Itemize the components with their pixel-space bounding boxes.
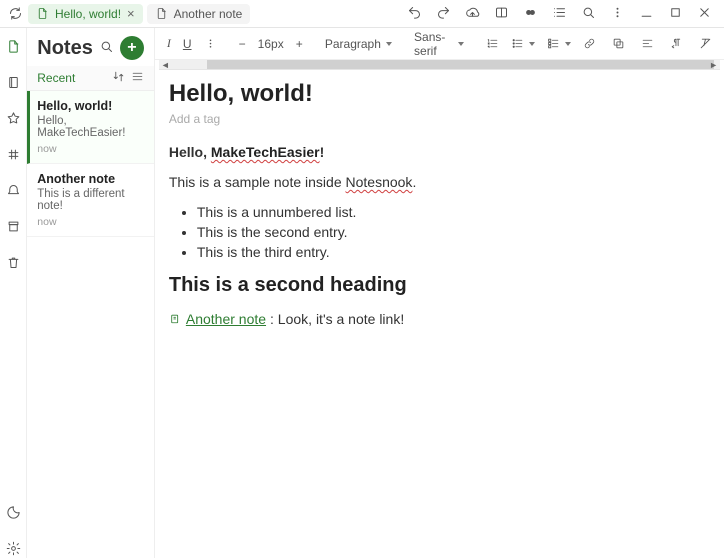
- paragraph[interactable]: Another note : Look, it's a note link!: [169, 311, 710, 327]
- sort-icon[interactable]: [112, 70, 125, 86]
- recent-label: Recent: [37, 71, 112, 85]
- font-family-select[interactable]: Sans-serif: [410, 28, 468, 60]
- kebab-icon[interactable]: [610, 5, 625, 23]
- rail-notes-icon[interactable]: [3, 36, 23, 56]
- view-icon[interactable]: [131, 70, 144, 86]
- close-window-icon[interactable]: [697, 5, 712, 23]
- font-size-value[interactable]: 16px: [254, 35, 288, 53]
- note-item[interactable]: Another note This is a different note! n…: [27, 164, 154, 237]
- rail-archive-icon[interactable]: [3, 216, 23, 236]
- tag-input[interactable]: Add a tag: [169, 112, 710, 126]
- align-icon[interactable]: [637, 35, 658, 52]
- font-size-increase[interactable]: +: [292, 35, 307, 53]
- minimize-icon[interactable]: [639, 5, 654, 23]
- note-time: now: [37, 216, 144, 228]
- sidebar-title: Notes: [37, 37, 93, 60]
- paragraph[interactable]: This is a sample note inside Notesnook.: [169, 174, 710, 190]
- list-item[interactable]: This is the third entry.: [197, 244, 710, 260]
- cloud-upload-icon[interactable]: [465, 5, 480, 23]
- document-title[interactable]: Hello, world!: [169, 80, 710, 108]
- italic-button[interactable]: I: [163, 34, 175, 53]
- note-preview: This is a different note!: [37, 188, 144, 212]
- rail-theme-icon[interactable]: [3, 502, 23, 522]
- redo-icon[interactable]: [436, 5, 451, 23]
- rail-tag-icon[interactable]: [3, 144, 23, 164]
- note-preview: Hello, MakeTechEasier!: [37, 115, 144, 139]
- maximize-icon[interactable]: [668, 5, 683, 23]
- sync-icon[interactable]: [4, 6, 26, 21]
- rtl-icon[interactable]: [666, 35, 687, 52]
- document-content[interactable]: Hello, world! Add a tag Hello, MakeTechE…: [155, 70, 724, 558]
- list-item[interactable]: This is a unnumbered list.: [197, 204, 710, 220]
- add-note-button[interactable]: +: [120, 36, 144, 60]
- more-format-icon[interactable]: [200, 35, 221, 52]
- rail-trash-icon[interactable]: [3, 252, 23, 272]
- note-time: now: [37, 143, 144, 155]
- underline-button[interactable]: U: [179, 35, 196, 53]
- copy-icon[interactable]: [608, 35, 629, 52]
- tab-another-note[interactable]: Another note: [147, 4, 251, 24]
- search-icon[interactable]: [581, 5, 596, 23]
- window-actions: [407, 5, 720, 23]
- note-link-icon: [169, 313, 182, 326]
- rail-settings-icon[interactable]: [3, 538, 23, 558]
- sidebar-search-icon[interactable]: [99, 39, 114, 57]
- tab-label: Another note: [174, 7, 243, 21]
- font-size-decrease[interactable]: −: [235, 35, 250, 53]
- paragraph[interactable]: Hello, MakeTechEasier!: [169, 144, 710, 160]
- note-title: Hello, world!: [37, 99, 144, 113]
- checklist-icon[interactable]: [543, 35, 575, 52]
- rail-notebook-icon[interactable]: [3, 72, 23, 92]
- undo-icon[interactable]: [407, 5, 422, 23]
- tab-bar: Hello, world! × Another note: [26, 4, 407, 24]
- ordered-list-icon[interactable]: [482, 35, 503, 52]
- recent-header[interactable]: Recent: [27, 66, 154, 91]
- heading-2[interactable]: This is a second heading: [169, 274, 710, 297]
- rail-star-icon[interactable]: [3, 108, 23, 128]
- link-icon[interactable]: [579, 35, 600, 52]
- tab-hello-world[interactable]: Hello, world! ×: [28, 4, 143, 24]
- rail-reminder-icon[interactable]: [3, 180, 23, 200]
- list-icon[interactable]: [552, 5, 567, 23]
- sidebar: Notes + Recent Hello, world! Hello, Make…: [27, 28, 155, 558]
- block-type-select[interactable]: Paragraph: [321, 35, 396, 53]
- bullet-list[interactable]: This is a unnumbered list. This is the s…: [197, 204, 710, 260]
- editor-toolbar: I U − 16px + Paragraph Sans-serif: [155, 28, 724, 60]
- editor: I U − 16px + Paragraph Sans-serif ◄►: [155, 28, 724, 558]
- ruler[interactable]: ◄►: [159, 60, 720, 70]
- clear-format-icon[interactable]: [695, 35, 716, 52]
- list-item[interactable]: This is the second entry.: [197, 224, 710, 240]
- note-item[interactable]: Hello, world! Hello, MakeTechEasier! now: [27, 91, 154, 164]
- close-icon[interactable]: ×: [127, 7, 135, 20]
- note-title: Another note: [37, 172, 144, 186]
- nav-rail: [0, 28, 27, 558]
- tab-label: Hello, world!: [55, 7, 121, 21]
- bullet-list-icon[interactable]: [507, 35, 539, 52]
- focus-mode-icon[interactable]: [523, 5, 538, 23]
- note-link[interactable]: Another note: [186, 311, 266, 327]
- panel-icon[interactable]: [494, 5, 509, 23]
